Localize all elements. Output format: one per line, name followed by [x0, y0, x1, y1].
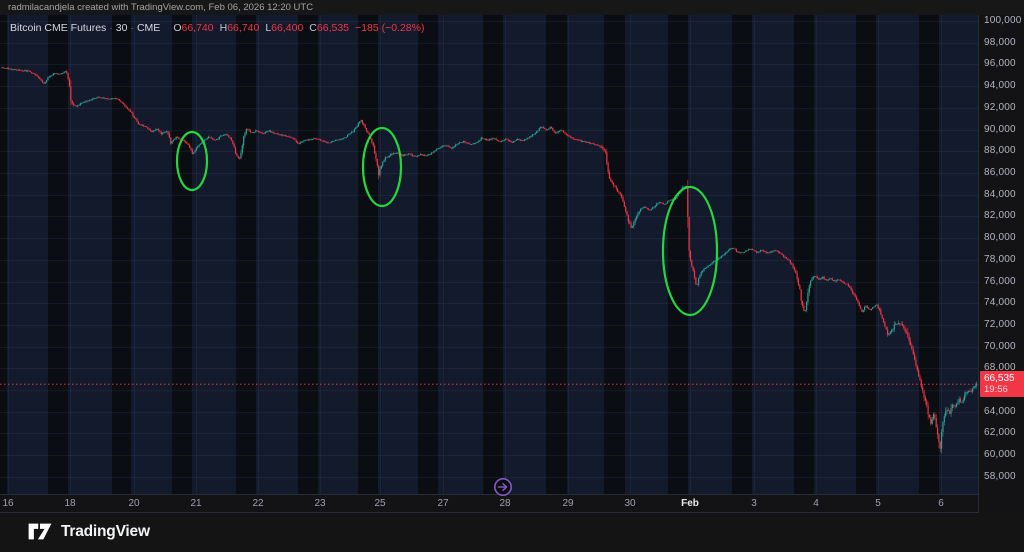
exchange-label: CME — [137, 22, 160, 34]
attribution-text: radmilacandjela created with TradingView… — [8, 2, 313, 13]
price-tick-label: 80,000 — [984, 232, 1016, 244]
price-tick-label: 84,000 — [984, 189, 1016, 201]
time-tick-label: 30 — [624, 495, 635, 513]
price-tick-label: 92,000 — [984, 102, 1016, 114]
legend-separator: · — [127, 22, 137, 34]
price-tick-label: 62,000 — [984, 427, 1016, 439]
ohlc-values: O66,740H66,740L66,400C66,535 — [167, 22, 349, 34]
time-tick-label: 23 — [314, 495, 325, 513]
last-price-value: 66,535 — [984, 373, 1015, 384]
price-tick-label: 70,000 — [984, 341, 1016, 353]
price-tick-label: 96,000 — [984, 58, 1016, 70]
symbol-title[interactable]: Bitcoin CME Futures — [10, 22, 106, 34]
bar-countdown: 19:56 — [984, 384, 1024, 395]
price-tick-label: 76,000 — [984, 276, 1016, 288]
price-tick-label: 64,000 — [984, 406, 1016, 418]
last-price-label: 66,535 19:56 — [980, 371, 1024, 397]
price-tick-label: 60,000 — [984, 449, 1016, 461]
time-tick-label: 21 — [190, 495, 201, 513]
high-value: 66,740 — [227, 22, 259, 34]
open-value: 66,740 — [181, 22, 213, 34]
time-tick-label: 25 — [374, 495, 385, 513]
time-tick-label: 29 — [562, 495, 573, 513]
time-tick-label: Feb — [681, 495, 699, 513]
price-tick-label: 90,000 — [984, 124, 1016, 136]
time-tick-label: 5 — [875, 495, 881, 513]
interval-label[interactable]: 30 — [116, 22, 128, 34]
price-tick-label: 98,000 — [984, 37, 1016, 49]
time-tick-label: 4 — [813, 495, 819, 513]
price-tick-label: 58,000 — [984, 471, 1016, 483]
price-tick-label: 74,000 — [984, 297, 1016, 309]
low-value: 66,400 — [271, 22, 303, 34]
price-tick-label: 82,000 — [984, 210, 1016, 222]
tradingview-logo[interactable]: TradingView — [27, 521, 150, 542]
price-tick-label: 88,000 — [984, 145, 1016, 157]
price-tick-label: 72,000 — [984, 319, 1016, 331]
price-scale[interactable]: 66,535 19:56 100,000 98,000 96,000 94,000 92… — [978, 15, 1024, 513]
close-value: 66,535 — [317, 22, 349, 34]
time-tick-label: 3 — [751, 495, 757, 513]
time-scale[interactable]: 1618202122232527282930Feb3456 — [0, 494, 978, 513]
time-tick-label: 27 — [437, 495, 448, 513]
time-tick-label: 16 — [2, 495, 13, 513]
price-tick-label: 100,000 — [984, 15, 1022, 27]
jump-to-arrow-icon — [492, 476, 514, 498]
brand-name: TradingView — [61, 523, 150, 541]
attribution-bar: radmilacandjela created with TradingView… — [0, 0, 1024, 15]
time-tick-label: 18 — [64, 495, 75, 513]
symbol-legend: Bitcoin CME Futures·30·CMEO66,740H66,740… — [10, 21, 424, 35]
time-tick-label: 6 — [938, 495, 944, 513]
tradingview-icon — [27, 521, 53, 542]
candlestick-chart-canvas[interactable] — [0, 15, 978, 494]
tradingview-chart-window: radmilacandjela created with TradingView… — [0, 0, 1024, 552]
price-tick-label: 78,000 — [984, 254, 1016, 266]
change-value: −185 (−0.28%) — [355, 22, 424, 34]
jump-to-arrow-marker[interactable] — [492, 476, 514, 498]
time-tick-label: 22 — [252, 495, 263, 513]
footer-bar: TradingView — [0, 513, 1024, 552]
close-label: C — [309, 22, 317, 34]
legend-separator: · — [106, 22, 116, 34]
price-tick-label: 94,000 — [984, 80, 1016, 92]
price-tick-label: 86,000 — [984, 167, 1016, 179]
time-tick-label: 20 — [128, 495, 139, 513]
